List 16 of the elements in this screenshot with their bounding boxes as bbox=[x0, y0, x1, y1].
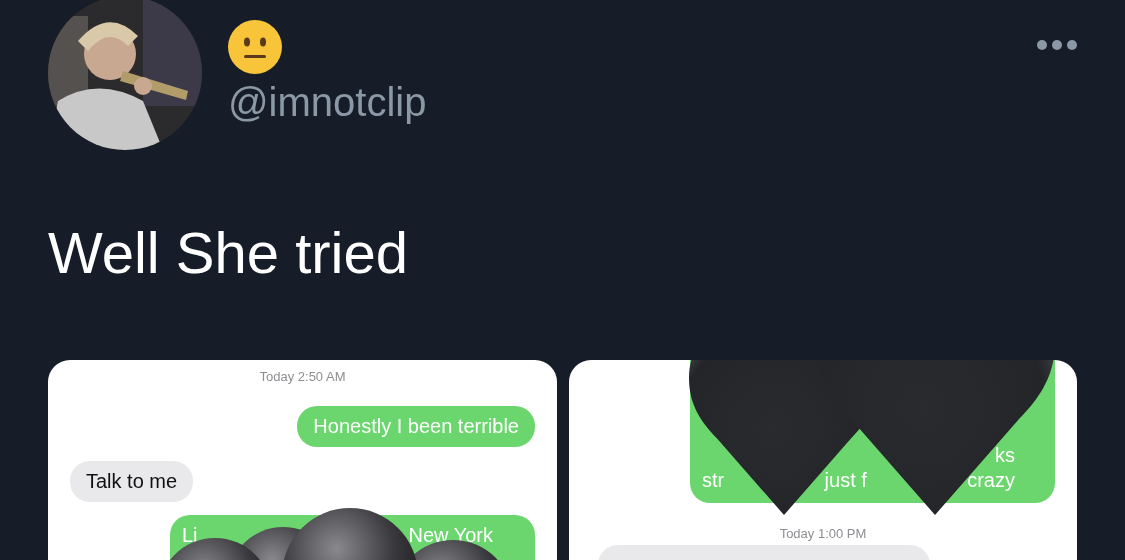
user-handle[interactable]: @imnotclip bbox=[228, 78, 427, 126]
message-text: Li bbox=[182, 523, 198, 548]
message-text: Honestly I been terrible bbox=[313, 414, 519, 439]
message-screenshot[interactable]: ks str just f crazy Today 1:00 PM bbox=[569, 360, 1077, 560]
message-timestamp: Today 2:50 AM bbox=[258, 369, 347, 385]
message-text: New York bbox=[408, 523, 493, 548]
message-text: ks bbox=[995, 443, 1015, 468]
message-text: just f bbox=[824, 468, 867, 493]
message-text: str bbox=[702, 468, 725, 493]
neutral-face-icon bbox=[228, 20, 282, 74]
tweet-text: Well She tried bbox=[48, 219, 408, 287]
message-screenshot[interactable]: Today 2:50 AM Honestly I been terrible Talk to me Li New York bbox=[48, 360, 557, 560]
more-icon[interactable] bbox=[1037, 40, 1077, 50]
message-text: crazy bbox=[967, 468, 1015, 493]
message-text: Talk to me bbox=[86, 469, 178, 494]
message-timestamp: Today 1:00 PM bbox=[778, 526, 868, 542]
